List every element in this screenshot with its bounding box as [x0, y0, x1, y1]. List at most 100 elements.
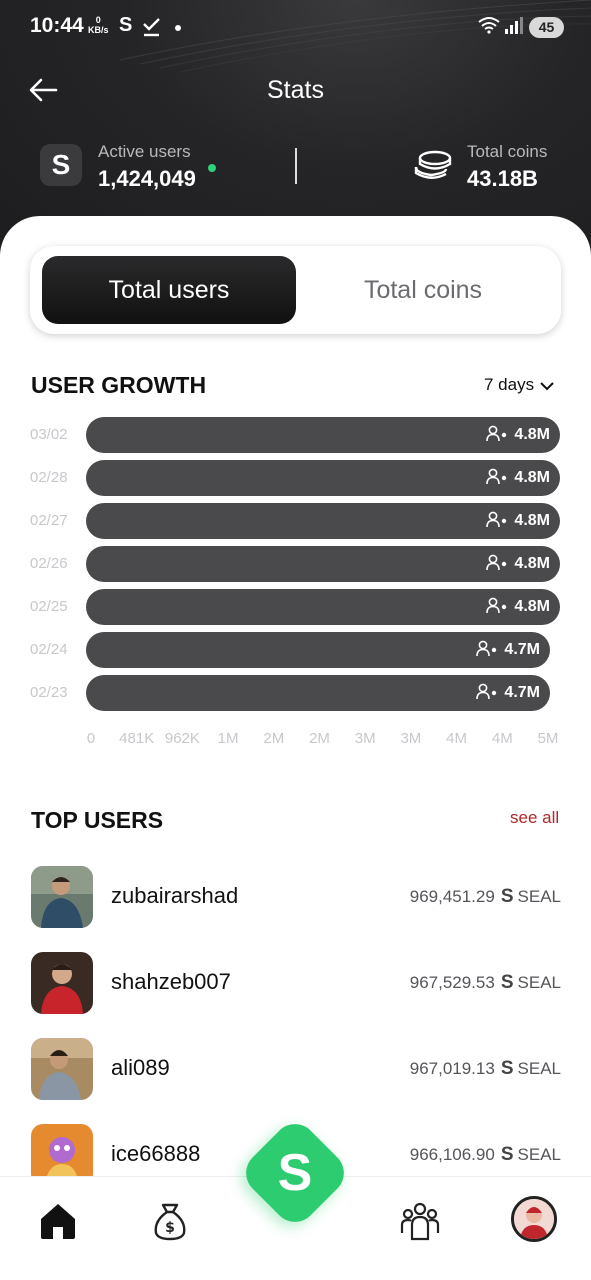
status-app-icon: S: [119, 14, 133, 36]
seal-logo: S: [40, 144, 82, 186]
user-icon: [476, 640, 497, 657]
chart-bar: 4.8M: [86, 460, 560, 496]
chart-x-tick-label: 2M: [263, 730, 285, 747]
chart-row: 02/28 4.8M: [0, 459, 591, 497]
user-amount-value: 966,106.90: [409, 1145, 495, 1164]
team-icon[interactable]: [398, 1199, 442, 1243]
chart-data-label: 4.8M: [486, 460, 550, 496]
net-speed-value: 0: [95, 15, 101, 25]
chart-data-label: 4.8M: [486, 417, 550, 453]
home-icon[interactable]: [36, 1199, 80, 1243]
currency-label: SEAL: [517, 1059, 561, 1078]
seal-currency-icon: S: [500, 1144, 514, 1165]
chart-row: 02/25 4.8M: [0, 588, 591, 626]
chart-data-label-text: 4.8M: [514, 598, 550, 615]
chart-x-tick-label: 5M: [537, 730, 559, 747]
active-users-value: 1,424,049: [98, 166, 196, 191]
chart-x-tick-label: 962K: [164, 730, 200, 747]
user-name: ali089: [111, 1055, 170, 1080]
chart-bar: 4.8M: [86, 417, 560, 453]
chart-category-label: 02/28: [30, 469, 68, 486]
header-divider: [295, 148, 297, 184]
status-time: 10:44: [30, 14, 84, 37]
see-all-link[interactable]: see all: [510, 808, 559, 828]
chart-data-label-text: 4.8M: [514, 469, 550, 486]
money-bag-icon[interactable]: $: [148, 1199, 192, 1243]
chart-category-label: 02/25: [30, 598, 68, 615]
chart-bar: 4.8M: [86, 546, 560, 582]
user-avatar: [31, 952, 93, 1014]
range-dropdown[interactable]: 7 days: [484, 375, 554, 395]
chart-data-label: 4.8M: [486, 589, 550, 625]
currency-label: SEAL: [517, 887, 561, 906]
coins-stack-icon: [414, 150, 452, 179]
profile-avatar[interactable]: [511, 1196, 557, 1242]
chart-category-label: 02/24: [30, 641, 68, 658]
top-users-title: TOP USERS: [31, 807, 164, 833]
user-icon: [486, 425, 507, 442]
user-amount: 969,451.29 S SEAL: [410, 886, 561, 908]
active-users-label: Active users: [98, 142, 191, 161]
signal-icon: [505, 17, 523, 34]
chart-x-tick-label: 4M: [446, 730, 468, 747]
chart-data-label-text: 4.7M: [504, 641, 540, 658]
user-amount-value: 967,019.13: [409, 1059, 495, 1078]
user-icon: [476, 683, 497, 700]
chart-x-tick-label: 4M: [491, 730, 513, 747]
seal-currency-icon: S: [500, 972, 514, 993]
chart-data-label-text: 4.8M: [514, 512, 550, 529]
wifi-icon: [478, 17, 500, 34]
status-notification-dot: [175, 25, 181, 31]
battery-indicator: 45: [529, 17, 564, 38]
user-icon: [486, 597, 507, 614]
chart-bar: 4.7M: [86, 675, 550, 711]
user-growth-chart: 03/02 4.8M 02/28 4.8M 02/27 4.8M 02/26 4.8M 02/2…: [0, 416, 591, 756]
chart-row: 03/02 4.8M: [0, 416, 591, 454]
chart-x-tick-label: 1M: [217, 730, 239, 747]
status-bar: 10:44 0 KB/s S 45: [0, 0, 591, 56]
chart-x-tick-label: 0: [86, 730, 96, 747]
chart-data-label: 4.8M: [486, 546, 550, 582]
tab-total-users[interactable]: Total users: [42, 256, 296, 324]
range-dropdown-label: 7 days: [484, 375, 535, 394]
chart-data-label: 4.7M: [476, 632, 540, 668]
chart-bar: 4.8M: [86, 589, 560, 625]
chevron-down-icon: [540, 381, 554, 390]
status-net-speed: 0 KB/s: [88, 15, 109, 35]
chart-bar: 4.7M: [86, 632, 550, 668]
chart-data-label-text: 4.8M: [514, 426, 550, 443]
chart-category-label: 02/26: [30, 555, 68, 572]
status-check-icon: [143, 18, 160, 37]
user-icon: [486, 468, 507, 485]
chart-category-label: 02/23: [30, 684, 68, 701]
currency-label: SEAL: [517, 1145, 561, 1164]
user-icon: [486, 511, 507, 528]
chart-x-tick-label: 3M: [354, 730, 376, 747]
svg-text:$: $: [165, 1220, 175, 1236]
top-user-row[interactable]: zubairarshad 969,451.29 S SEAL: [0, 864, 591, 930]
chart-row: 02/23 4.7M: [0, 674, 591, 712]
chart-x-tick-label: 3M: [400, 730, 422, 747]
tab-total-coins[interactable]: Total coins: [296, 256, 550, 324]
top-user-row[interactable]: shahzeb007 967,529.53 S SEAL: [0, 950, 591, 1016]
chart-category-label: 02/27: [30, 512, 68, 529]
center-fab-button[interactable]: S: [254, 1132, 336, 1214]
user-amount-value: 969,451.29: [409, 887, 495, 906]
chart-x-tick-label: 481K: [119, 730, 155, 747]
chart-data-label-text: 4.7M: [504, 684, 540, 701]
currency-label: SEAL: [517, 973, 561, 992]
total-coins-value: 43.18B: [467, 166, 538, 191]
user-growth-title: USER GROWTH: [31, 372, 207, 398]
user-icon: [486, 554, 507, 571]
chart-data-label-text: 4.8M: [514, 555, 550, 572]
user-name: shahzeb007: [111, 969, 231, 994]
tab-switcher: Total users Total coins: [30, 246, 561, 334]
page-title: Stats: [267, 76, 324, 104]
chart-row: 02/26 4.8M: [0, 545, 591, 583]
user-amount-value: 967,529.53: [409, 973, 495, 992]
top-user-row[interactable]: ali089 967,019.13 S SEAL: [0, 1036, 591, 1102]
chart-row: 02/24 4.7M: [0, 631, 591, 669]
user-name: zubairarshad: [111, 883, 239, 908]
seal-currency-icon: S: [500, 886, 514, 907]
chart-row: 02/27 4.8M: [0, 502, 591, 540]
